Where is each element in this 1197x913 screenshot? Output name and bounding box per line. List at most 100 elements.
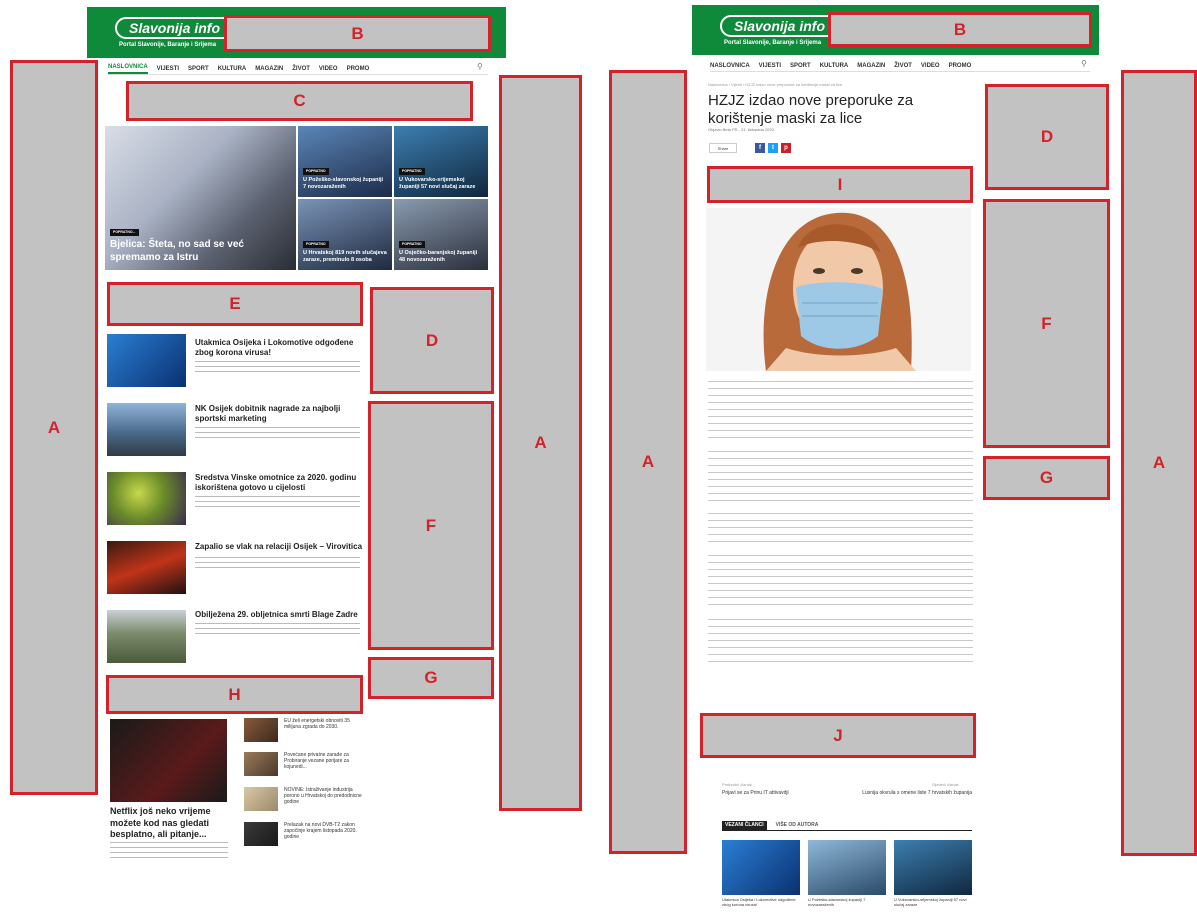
next-article-link[interactable]: Lusnija okvrula s omene liste 7 hrvatski…: [860, 790, 972, 796]
tile-caption: POPRATNO U Hrvatskoj 819 novih slučajeva …: [303, 241, 387, 264]
tile-title[interactable]: U Hrvatskoj 819 novih slučajeva zaraze, …: [303, 250, 387, 264]
side-thumb[interactable]: [244, 752, 278, 776]
post-excerpt: [195, 555, 360, 569]
site-logo[interactable]: Slavonija info: [115, 17, 235, 39]
article-paragraph: [708, 552, 973, 608]
post-excerpt: [195, 494, 360, 508]
hero-caption: POPRATNO... Bjelica: Šteta, no sad se ve…: [110, 224, 291, 264]
post-excerpt: [195, 425, 360, 439]
post-title[interactable]: Sredstva Vinske omotnice za 2020. godinu…: [195, 473, 365, 494]
article-paragraph: [708, 448, 973, 502]
related-title[interactable]: U Vukovarsko-srijemskoj županiji 57 novi…: [894, 897, 972, 907]
feature-excerpt: [110, 840, 228, 860]
tile-image[interactable]: POPRATNO U Požeško-slavonskoj županiji 7 …: [298, 126, 392, 197]
nav-item[interactable]: KULTURA: [218, 66, 247, 72]
nav-item[interactable]: ŽIVOT: [292, 66, 310, 72]
post-title[interactable]: Utakmica Osijeka i Lokomotive odgođene z…: [195, 338, 365, 359]
twitter-icon[interactable]: t: [768, 143, 778, 153]
post-excerpt: [195, 359, 360, 373]
prev-article-label: Prethodni članak: [722, 782, 752, 787]
article-paragraph: [708, 616, 973, 668]
ad-zone-g-left: G: [368, 657, 494, 699]
nav-item[interactable]: NASLOVNICA: [710, 63, 750, 69]
nav-item[interactable]: ŽIVOT: [894, 63, 912, 69]
nav-item[interactable]: VIDEO: [319, 66, 338, 72]
tile-title[interactable]: U Vukovarsko-srijemskoj županiji 57 novi…: [399, 177, 483, 191]
nav-item[interactable]: PROMO: [949, 63, 972, 69]
feature-title[interactable]: Netflix još neko vrijeme možete kod nas …: [110, 806, 232, 841]
post-title[interactable]: NK Osijek dobitnik nagrade za najbolji s…: [195, 404, 365, 425]
ad-zone-e: E: [107, 282, 363, 326]
nav-item[interactable]: VIDEO: [921, 63, 940, 69]
nav-item[interactable]: SPORT: [188, 66, 209, 72]
post-excerpt: [195, 621, 360, 635]
ad-zone-g-right: G: [983, 456, 1110, 500]
share-button[interactable]: Share: [709, 143, 737, 153]
side-thumb[interactable]: [244, 822, 278, 846]
tab-more-from-author[interactable]: VIŠE OD AUTORA: [773, 821, 822, 830]
feature-image[interactable]: [110, 719, 227, 802]
main-nav-left: NASLOVNICA VIJESTI SPORT KULTURA MAGAZIN…: [108, 63, 488, 75]
post-title[interactable]: Obilježena 29. obljetnica smrti Blage Za…: [195, 610, 365, 620]
nav-item[interactable]: VIJESTI: [157, 66, 179, 72]
post-thumbnail[interactable]: [107, 403, 186, 456]
tab-related[interactable]: VEZANI ČLANCI: [722, 821, 767, 830]
post-thumbnail[interactable]: [107, 334, 186, 387]
main-nav-right: NASLOVNICA VIJESTI SPORT KULTURA MAGAZIN…: [710, 60, 1090, 72]
related-title[interactable]: U Požeško-slavonskoj županiji 7 novozara…: [808, 897, 886, 907]
related-tabs: VEZANI ČLANCI VIŠE OD AUTORA: [722, 821, 972, 831]
ad-zone-a-right-outer-right: A: [1121, 70, 1197, 856]
ad-zone-f-right: F: [983, 199, 1110, 448]
side-item-title[interactable]: NOVINE: Istraživanje industrija porono u…: [284, 787, 362, 805]
next-article-label: Sljedeći članak: [932, 782, 959, 787]
related-thumb[interactable]: [808, 840, 886, 895]
ad-zone-j: J: [700, 713, 976, 758]
site-logo[interactable]: Slavonija info: [720, 14, 840, 37]
tile-caption: POPRATNO U Požeško-slavonskoj županiji 7 …: [303, 168, 387, 191]
prev-article-link[interactable]: Prijavi se za Prinu IT attivavdji: [722, 790, 842, 796]
tile-title[interactable]: U Požeško-slavonskoj županiji 7 novozara…: [303, 177, 387, 191]
side-item-title[interactable]: Povećane privatne zarade za Probiranje v…: [284, 752, 362, 770]
ad-zone-d-left: D: [370, 287, 494, 394]
side-thumb[interactable]: [244, 718, 278, 742]
breadcrumb[interactable]: Naslovnica › Vijesti › HZJZ izdao nove p…: [708, 82, 978, 87]
post-thumbnail[interactable]: [107, 472, 186, 525]
related-title[interactable]: Utakmica Osijeka i Lokomotive odgođene z…: [722, 897, 800, 907]
ad-zone-b-right: B: [828, 12, 1092, 47]
hero-image[interactable]: POPRATNO... Bjelica: Šteta, no sad se ve…: [105, 126, 296, 270]
related-thumb[interactable]: [722, 840, 800, 895]
article-paragraph: [708, 378, 973, 438]
nav-item[interactable]: MAGAZIN: [857, 63, 885, 69]
nav-item[interactable]: VIJESTI: [759, 63, 781, 69]
tile-image[interactable]: POPRATNO U Vukovarsko-srijemskoj županiji…: [394, 126, 488, 197]
tile-image[interactable]: POPRATNO U Osječko-baranjskoj županiji 48…: [394, 199, 488, 270]
nav-item[interactable]: PROMO: [347, 66, 370, 72]
nav-item[interactable]: SPORT: [790, 63, 811, 69]
search-icon[interactable]: ⚲: [477, 62, 483, 71]
article-title: HZJZ izdao nove preporuke za korištenje …: [708, 92, 914, 127]
ad-zone-h: H: [106, 675, 363, 714]
tile-caption: POPRATNO U Osječko-baranjskoj županiji 48…: [399, 241, 483, 264]
nav-item[interactable]: KULTURA: [820, 63, 849, 69]
tile-image[interactable]: POPRATNO U Hrvatskoj 819 novih slučajeva …: [298, 199, 392, 270]
pinterest-icon[interactable]: p: [781, 143, 791, 153]
post-thumbnail[interactable]: [107, 541, 186, 594]
post-thumbnail[interactable]: [107, 610, 186, 663]
tile-caption: POPRATNO U Vukovarsko-srijemskoj županiji…: [399, 168, 483, 191]
search-icon[interactable]: ⚲: [1081, 59, 1087, 68]
nav-item[interactable]: MAGAZIN: [255, 66, 283, 72]
ad-zone-i: I: [707, 166, 973, 203]
related-thumb[interactable]: [894, 840, 972, 895]
ad-zone-c: C: [126, 81, 473, 121]
side-thumb[interactable]: [244, 787, 278, 811]
side-item-title[interactable]: Prelazak na novi DVB-T2 zakon započinje …: [284, 822, 362, 840]
ad-zone-d-right: D: [985, 84, 1109, 190]
side-item-title[interactable]: EU želi energetski obnoviti 35 milijuna …: [284, 718, 362, 730]
hero-title[interactable]: Bjelica: Šteta, no sad se već spremamo z…: [110, 238, 291, 264]
post-title[interactable]: Zapalio se vlak na relaciji Osijek – Vir…: [195, 542, 365, 552]
facebook-icon[interactable]: f: [755, 143, 765, 153]
tile-title[interactable]: U Osječko-baranjskoj županiji 48 novozar…: [399, 250, 483, 264]
nav-item[interactable]: NASLOVNICA: [108, 64, 148, 74]
masked-woman-illustration: [763, 212, 916, 371]
ad-zone-b-left: B: [224, 15, 491, 52]
